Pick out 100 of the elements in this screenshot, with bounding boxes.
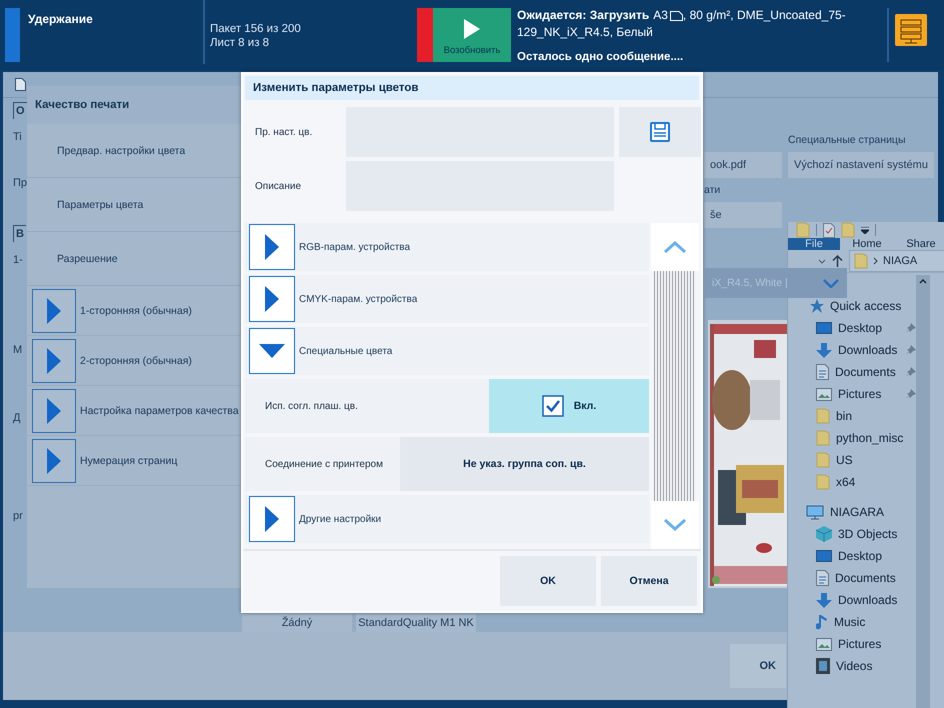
address-bar[interactable]: NIAGA [849,250,944,272]
caret-down-icon [259,344,285,358]
nav-item[interactable]: Documents [788,567,916,589]
batch-count: Пакет 156 из 200 [210,22,301,36]
scrollbar[interactable] [916,275,930,708]
section-label: 1-сторонняя (обычная) [80,304,192,316]
field-label: Описание [254,180,302,192]
film-icon [816,658,830,674]
caret-right-icon [47,398,61,424]
paper-icon [670,10,683,20]
folder-icon [816,408,830,424]
nav-item[interactable]: bin [788,405,916,427]
caret-right-icon [265,286,279,312]
scroll-down-button[interactable] [651,501,699,549]
caret-right-icon [265,506,279,532]
media-details: , 80 g/m², DME_Uncoated_75- [682,7,846,24]
field-value[interactable]: še [704,202,782,228]
checked-document-icon [823,222,835,238]
field-label: Пр [13,177,28,189]
save-button[interactable] [619,107,701,157]
play-icon [464,19,480,39]
chevron-down-icon[interactable] [818,258,826,264]
message-text: Осталось одно сообщение.... [517,51,684,63]
section-label: RGB-парам. устройства [299,242,410,252]
nav-item[interactable]: US [788,449,916,471]
image-icon [816,388,832,400]
chevron-down-icon [823,278,839,288]
nav-item[interactable]: Desktop [788,545,916,567]
address-text: NIAGA [883,255,918,267]
server-icon[interactable] [895,14,927,46]
nav-item[interactable]: Quick access [788,295,916,317]
nav-item[interactable]: Pictures [788,633,916,655]
section-label: Специальные цвета [299,346,392,356]
nav-item[interactable]: Documents [788,361,916,383]
media-details: 129_NK_iX_R4.5, Белый [517,24,653,41]
chevron-up-icon [663,241,687,253]
section-label: CMYK-парам. устройства [299,294,418,304]
setting-label: Исп. согл. плаш. цв. [264,400,359,412]
nav-item[interactable]: Pictures [788,383,916,405]
status-label: Ожидается: Загрузить [517,7,650,24]
nav-item[interactable]: Downloads [788,339,916,361]
document-icon [816,364,829,380]
expand-button[interactable] [32,288,76,332]
caret-right-icon [47,448,61,474]
expand-button[interactable] [249,496,295,542]
nav-item[interactable]: Desktop [788,317,916,339]
expand-button[interactable] [249,224,295,270]
dialog-title: Изменить параметры цветов [253,82,419,94]
checkbox-icon [542,395,564,417]
field-label: 1- [13,254,23,266]
ribbon-tab[interactable]: File [788,238,840,250]
expand-button[interactable] [32,438,76,482]
file-field[interactable]: ook.pdf [704,152,782,178]
ribbon-tab[interactable]: Share [894,238,944,250]
section-label: Настройка параметров качества [80,404,239,416]
field-label: М [13,344,22,356]
nav-item[interactable]: NIAGARA [788,501,916,523]
scroll-track[interactable] [654,271,696,501]
nav-item[interactable]: Downloads [788,589,916,611]
checkbox[interactable]: Вкл. [489,379,649,433]
up-arrow-icon[interactable] [832,255,843,267]
field-value[interactable]: Výchozí nastavení systému [788,152,934,178]
nav-item[interactable]: python_misc [788,427,916,449]
paper-size: A3 [653,7,668,24]
expand-button[interactable] [249,276,295,322]
caret-right-icon [47,298,61,324]
folder-icon [816,474,830,490]
expand-button[interactable] [32,388,76,432]
cancel-button[interactable]: Отмена [601,556,697,606]
expand-button[interactable] [249,328,295,374]
folder-icon [854,253,868,269]
alert-indicator [417,8,433,62]
chevron-down-icon [663,519,687,531]
nav-item[interactable]: x64 [788,471,916,493]
field-label: Ti [13,131,22,143]
resume-button[interactable]: Возобновить [433,8,511,62]
chevron-right-icon [873,257,878,265]
field-label: ати [704,184,720,196]
section-label: Нумерация страниц [80,454,178,466]
folder-icon [816,430,830,446]
ok-button[interactable]: OK [730,644,786,688]
monitor-icon [816,550,832,562]
caret-right-icon [265,234,279,260]
nav-item[interactable]: Videos [788,655,916,677]
field-value[interactable]: StandardQuality M1 NK [356,614,476,632]
field-label: Д [13,412,20,424]
expand-button[interactable] [32,338,76,382]
tab[interactable]: В [13,225,26,242]
state-indicator [5,8,20,62]
choice-field[interactable]: Не указ. группа соп. цв. [400,437,649,491]
nav-item[interactable]: Music [788,611,916,633]
field-value[interactable]: Žádný [242,614,352,632]
scroll-up-button[interactable] [651,223,699,271]
nav-item[interactable]: 3D Objects [788,523,916,545]
folder-icon [796,222,810,238]
ok-button[interactable]: OK [500,556,596,606]
document-icon [15,78,26,91]
caret-up-icon [919,279,927,284]
ribbon-tab[interactable]: Home [840,238,894,250]
image-icon [816,638,832,650]
